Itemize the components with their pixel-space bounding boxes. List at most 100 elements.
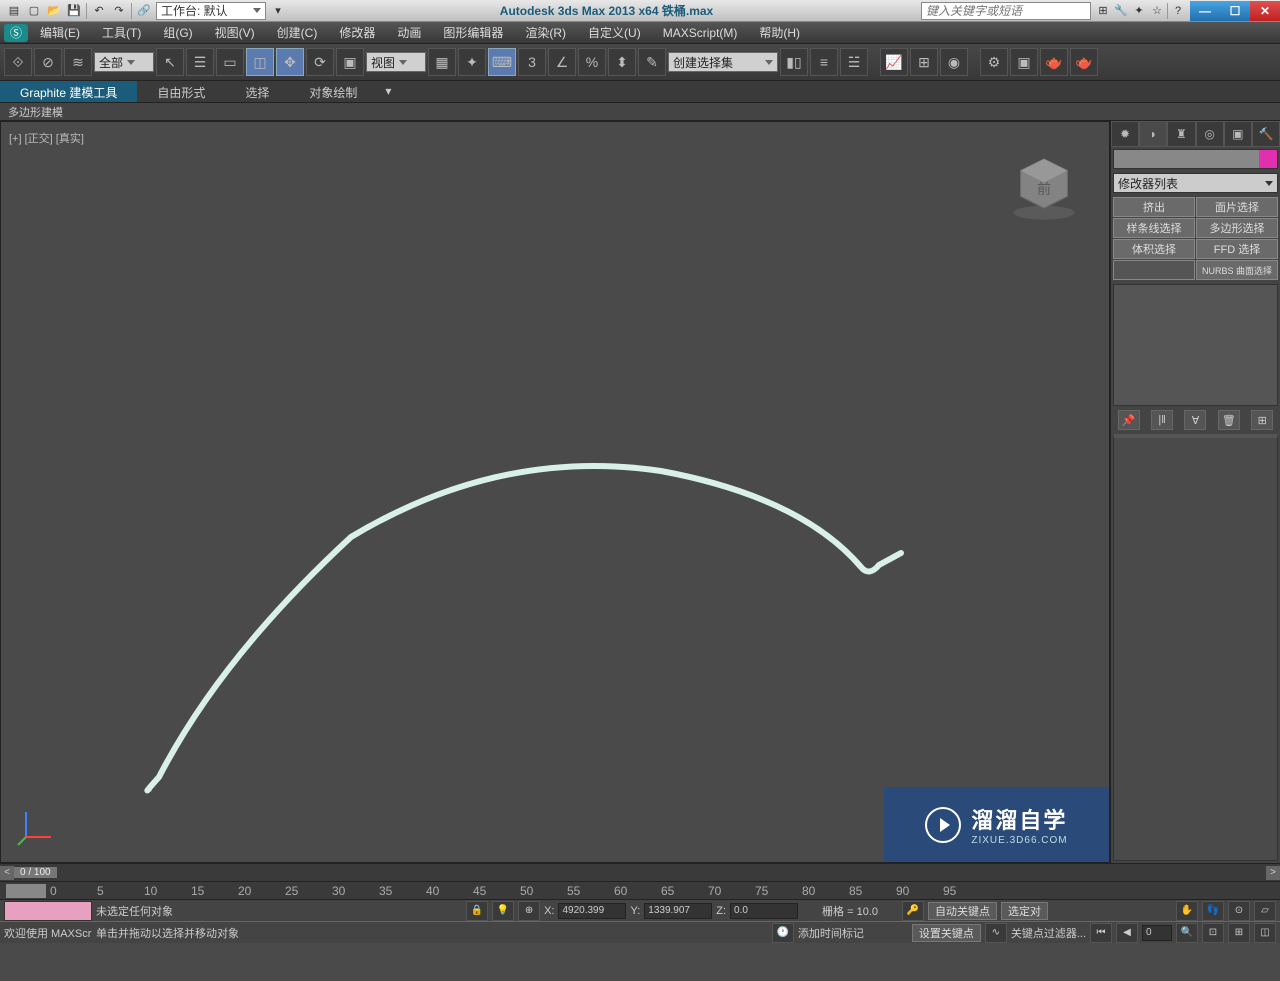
schematic-icon[interactable]: ⊞ [910, 48, 938, 76]
tab-freeform[interactable]: 自由形式 [137, 81, 225, 102]
mirror-icon[interactable]: ▮▯ [780, 48, 808, 76]
current-frame[interactable]: 0 [1142, 925, 1172, 941]
timeline-next-icon[interactable]: > [1266, 866, 1280, 880]
select-by-name-icon[interactable]: ☰ [186, 48, 214, 76]
tab-hierarchy-icon[interactable]: ♜ [1167, 121, 1195, 147]
help-icon[interactable]: ? [1170, 3, 1186, 19]
nav-orbit-icon[interactable]: ⊙ [1228, 901, 1250, 921]
menu-create[interactable]: 创建(C) [267, 22, 328, 43]
rotate-tool-icon[interactable]: ⟳ [306, 48, 334, 76]
close-button[interactable]: ✕ [1250, 1, 1280, 21]
nav-zoom-icon[interactable]: 🔍 [1176, 923, 1198, 943]
trackbar-toggle-icon[interactable] [6, 884, 46, 898]
menu-edit[interactable]: 编辑(E) [30, 22, 90, 43]
named-selection-dropdown[interactable]: 创建选择集 [668, 52, 778, 72]
timeline-prev-icon[interactable]: < [0, 866, 14, 880]
render-iterative-icon[interactable]: 🫖 [1070, 48, 1098, 76]
add-time-tag[interactable]: 添加时间标记 [798, 925, 864, 941]
object-name-field[interactable] [1113, 149, 1278, 169]
manipulate-icon[interactable]: ✦ [458, 48, 486, 76]
track-bar[interactable]: /*ticks rendered below via JS*/ 05101520… [0, 881, 1280, 899]
coord-x[interactable]: 4920.399 [558, 903, 626, 919]
play-prev-icon[interactable]: ◀ [1116, 923, 1138, 943]
app-logo-icon[interactable]: Ⓢ [4, 24, 28, 42]
select-rect-icon[interactable]: ▭ [216, 48, 244, 76]
use-center-icon[interactable]: ▦ [428, 48, 456, 76]
tab-graphite[interactable]: Graphite 建模工具 [0, 81, 137, 102]
tab-motion-icon[interactable]: ◎ [1196, 121, 1224, 147]
play-start-icon[interactable]: ⏮ [1090, 923, 1112, 943]
menu-grapheditors[interactable]: 图形编辑器 [433, 22, 513, 43]
open-icon[interactable]: 📂 [46, 3, 62, 19]
make-unique-icon[interactable]: ∀ [1184, 410, 1206, 430]
tab-create-icon[interactable]: ✹ [1111, 121, 1139, 147]
btn-vol-select[interactable]: 体积选择 [1113, 239, 1195, 259]
btn-nurbs-select[interactable]: NURBS 曲面选择 [1196, 260, 1278, 280]
workspace-menu-icon[interactable]: ▾ [270, 3, 286, 19]
viewport[interactable]: [+] [正交] [真实] 前 溜溜自学 ZIXUE.3D66.COM [0, 121, 1110, 863]
workspace-dropdown[interactable]: 工作台: 默认 [156, 2, 266, 20]
menu-customize[interactable]: 自定义(U) [578, 22, 651, 43]
menu-group[interactable]: 组(G) [153, 22, 202, 43]
render-setup-icon[interactable]: ⚙ [980, 48, 1008, 76]
save-icon[interactable]: 💾 [66, 3, 82, 19]
named-sel-edit-icon[interactable]: ✎ [638, 48, 666, 76]
scale-tool-icon[interactable]: ▣ [336, 48, 364, 76]
menu-help[interactable]: 帮助(H) [749, 22, 810, 43]
tab-selection[interactable]: 选择 [225, 81, 289, 102]
modifier-stack[interactable] [1113, 284, 1278, 406]
configure-sets-icon[interactable]: ⊞ [1251, 410, 1273, 430]
bind-spacewarrp-icon[interactable]: ≋ [64, 48, 92, 76]
pin-stack-icon[interactable]: 📌 [1118, 410, 1140, 430]
coord-z[interactable]: 0.0 [730, 903, 798, 919]
layers-icon[interactable]: ☱ [840, 48, 868, 76]
angle-snap-icon[interactable]: ∠ [548, 48, 576, 76]
redo-icon[interactable]: ↷ [111, 3, 127, 19]
modifier-list-dropdown[interactable]: 修改器列表 [1113, 173, 1278, 193]
menu-modifiers[interactable]: 修改器 [329, 22, 385, 43]
percent-snap-icon[interactable]: % [578, 48, 606, 76]
timeconfig-icon[interactable]: 🕐 [772, 923, 794, 943]
nav-fov-icon[interactable]: ▱ [1254, 901, 1276, 921]
btn-poly-select[interactable]: 多边形选择 [1196, 218, 1278, 238]
maxscript-mini-listener[interactable] [4, 901, 92, 921]
ribbon-expand-icon[interactable]: ▾ [377, 81, 399, 102]
maximize-button[interactable]: ☐ [1220, 1, 1250, 21]
nav-pan-icon[interactable]: ✋ [1176, 901, 1198, 921]
nav-walk-icon[interactable]: 👣 [1202, 901, 1224, 921]
new-icon[interactable]: ▢ [26, 3, 42, 19]
app-menu-icon[interactable]: ▤ [6, 3, 22, 19]
align-icon[interactable]: ≡ [810, 48, 838, 76]
time-slider[interactable]: < 0 / 100 > [0, 863, 1280, 881]
tab-objectpaint[interactable]: 对象绘制 [289, 81, 377, 102]
lock-selection-icon[interactable]: 🔒 [466, 901, 488, 921]
move-tool-icon[interactable]: ✥ [276, 48, 304, 76]
link-icon[interactable]: 🔗 [136, 3, 152, 19]
viewcube-icon[interactable]: 前 [1009, 152, 1079, 222]
key-icon[interactable]: 🔧 [1113, 3, 1129, 19]
btn-patch-select[interactable]: 面片选择 [1196, 197, 1278, 217]
coord-y[interactable]: 1339.907 [644, 903, 712, 919]
search-input[interactable] [921, 2, 1091, 20]
snap-3-icon[interactable]: 3 [518, 48, 546, 76]
minimize-button[interactable]: — [1190, 1, 1220, 21]
remove-modifier-icon[interactable]: 🗑 [1218, 410, 1240, 430]
nav-zoom-all-icon[interactable]: ⊡ [1202, 923, 1224, 943]
exchange-icon[interactable]: ✦ [1131, 3, 1147, 19]
isolate-icon[interactable]: 💡 [492, 901, 514, 921]
btn-extrude[interactable]: 挤出 [1113, 197, 1195, 217]
rendered-frame-icon[interactable]: ▣ [1010, 48, 1038, 76]
btn-spline-select[interactable]: 样条线选择 [1113, 218, 1195, 238]
keyboard-shortcut-icon[interactable]: ⌨ [488, 48, 516, 76]
ref-coord-dropdown[interactable]: 视图 [366, 52, 426, 72]
tab-modify-icon[interactable]: ◗ [1139, 121, 1167, 147]
infocenter-icon[interactable]: ⊞ [1095, 3, 1111, 19]
keymode-icon[interactable]: ∿ [985, 923, 1007, 943]
menu-maxscript[interactable]: MAXScript(M) [653, 24, 748, 42]
link-tool-icon[interactable]: ⟐ [4, 48, 32, 76]
select-object-icon[interactable]: ↖ [156, 48, 184, 76]
ribbon-panel-label[interactable]: 多边形建模 [0, 103, 1280, 121]
material-editor-icon[interactable]: ◉ [940, 48, 968, 76]
curve-editor-icon[interactable]: 📈 [880, 48, 908, 76]
viewport-label[interactable]: [+] [正交] [真实] [9, 130, 84, 146]
